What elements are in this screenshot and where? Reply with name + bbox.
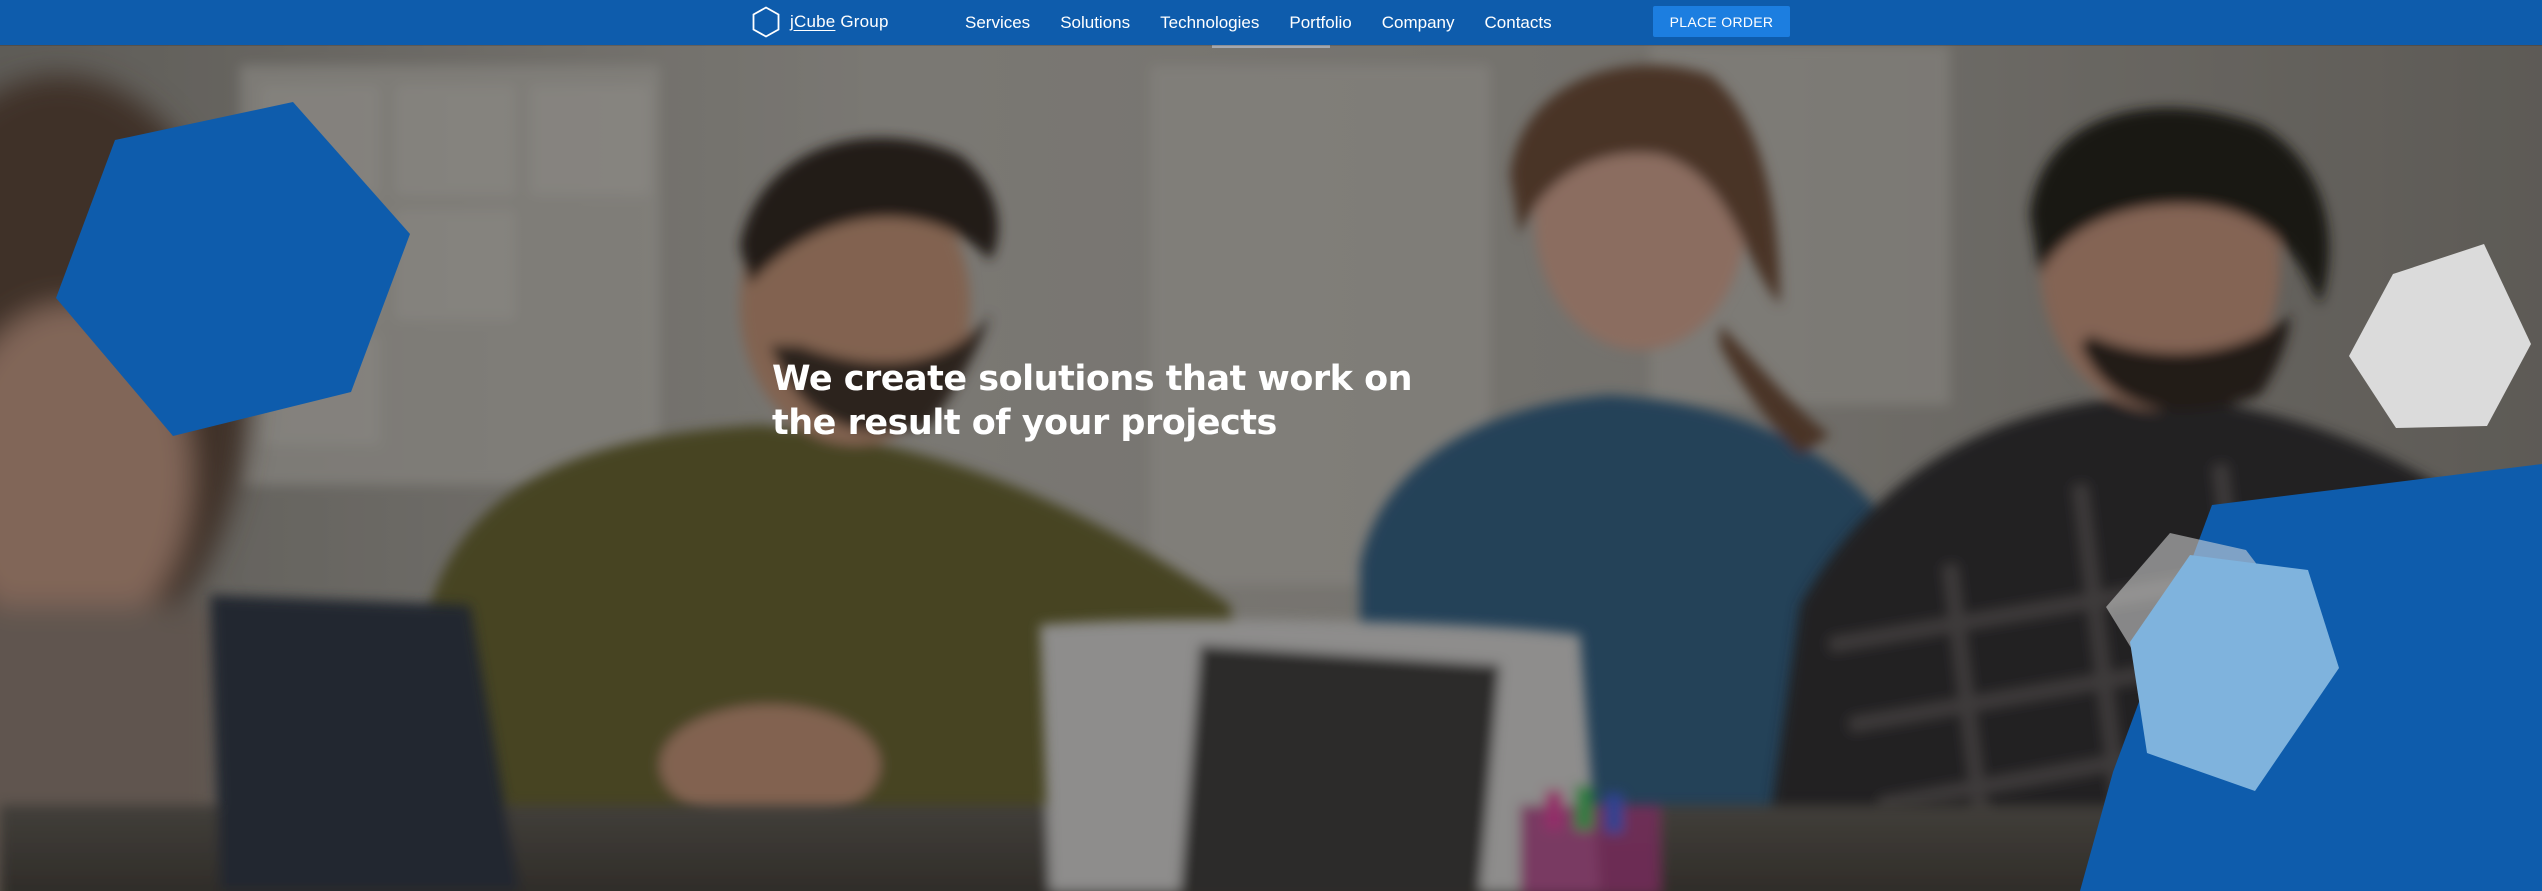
nav-item-solutions[interactable]: Solutions [1060, 13, 1130, 33]
hero-headline-line-2: the result of your projects [772, 403, 1277, 443]
nav-item-technologies[interactable]: Technologies [1160, 13, 1259, 33]
hero-headline: We create solutions that work on the res… [772, 357, 1492, 445]
place-order-button[interactable]: PLACE ORDER [1653, 6, 1790, 37]
hexagon-blue-left [56, 102, 410, 436]
hexagon-white-right [2349, 244, 2531, 428]
logo-brand: jCube [790, 12, 836, 31]
nav-item-contacts[interactable]: Contacts [1485, 13, 1552, 33]
nav-item-company[interactable]: Company [1382, 13, 1455, 33]
nav-item-services[interactable]: Services [965, 13, 1030, 33]
main-nav: Services Solutions Technologies Portfoli… [965, 0, 1552, 45]
hexagon-outline-icon [752, 6, 780, 38]
site-header: jCube Group Services Solutions Technolog… [0, 0, 2542, 45]
logo-text: jCube Group [790, 12, 889, 32]
nav-active-indicator [1212, 45, 1330, 48]
hexagon-decorations [56, 102, 2542, 891]
hero-section: We create solutions that work on the res… [0, 45, 2542, 891]
site-logo[interactable]: jCube Group [752, 5, 889, 39]
logo-suffix: Group [835, 12, 889, 31]
nav-item-portfolio[interactable]: Portfolio [1289, 13, 1351, 33]
hero-headline-line-1: We create solutions that work on [772, 359, 1413, 399]
